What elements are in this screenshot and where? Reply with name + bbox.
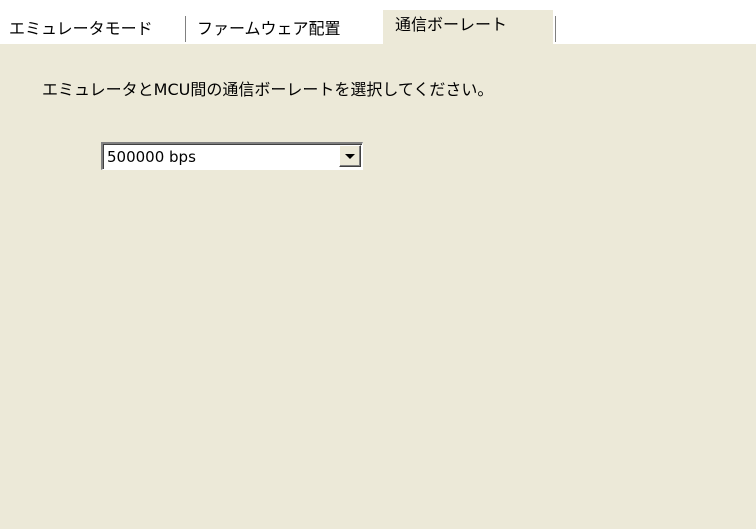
tab-baud-rate-label: 通信ボーレート [395, 15, 508, 34]
tab-separator [555, 16, 557, 42]
baud-rate-panel: エミュレータとMCU間の通信ボーレートを選択してください。 500000 bps [0, 44, 756, 529]
tab-separator [185, 16, 187, 42]
tab-emulator-mode[interactable]: エミュレータモード [0, 14, 183, 44]
baud-rate-value: 500000 bps [107, 148, 196, 166]
tab-baud-rate[interactable]: 通信ボーレート [383, 10, 553, 46]
tab-firmware-placement-label: ファームウェア配置 [197, 19, 341, 38]
dropdown-button[interactable] [339, 145, 361, 167]
chevron-down-icon [345, 154, 355, 159]
tab-emulator-mode-label: エミュレータモード [9, 19, 153, 38]
instruction-text: エミュレータとMCU間の通信ボーレートを選択してください。 [42, 80, 494, 99]
tab-strip: エミュレータモード ファームウェア配置 通信ボーレート [0, 10, 756, 46]
baud-rate-select[interactable]: 500000 bps [101, 142, 363, 170]
tab-firmware-placement[interactable]: ファームウェア配置 [188, 14, 380, 44]
